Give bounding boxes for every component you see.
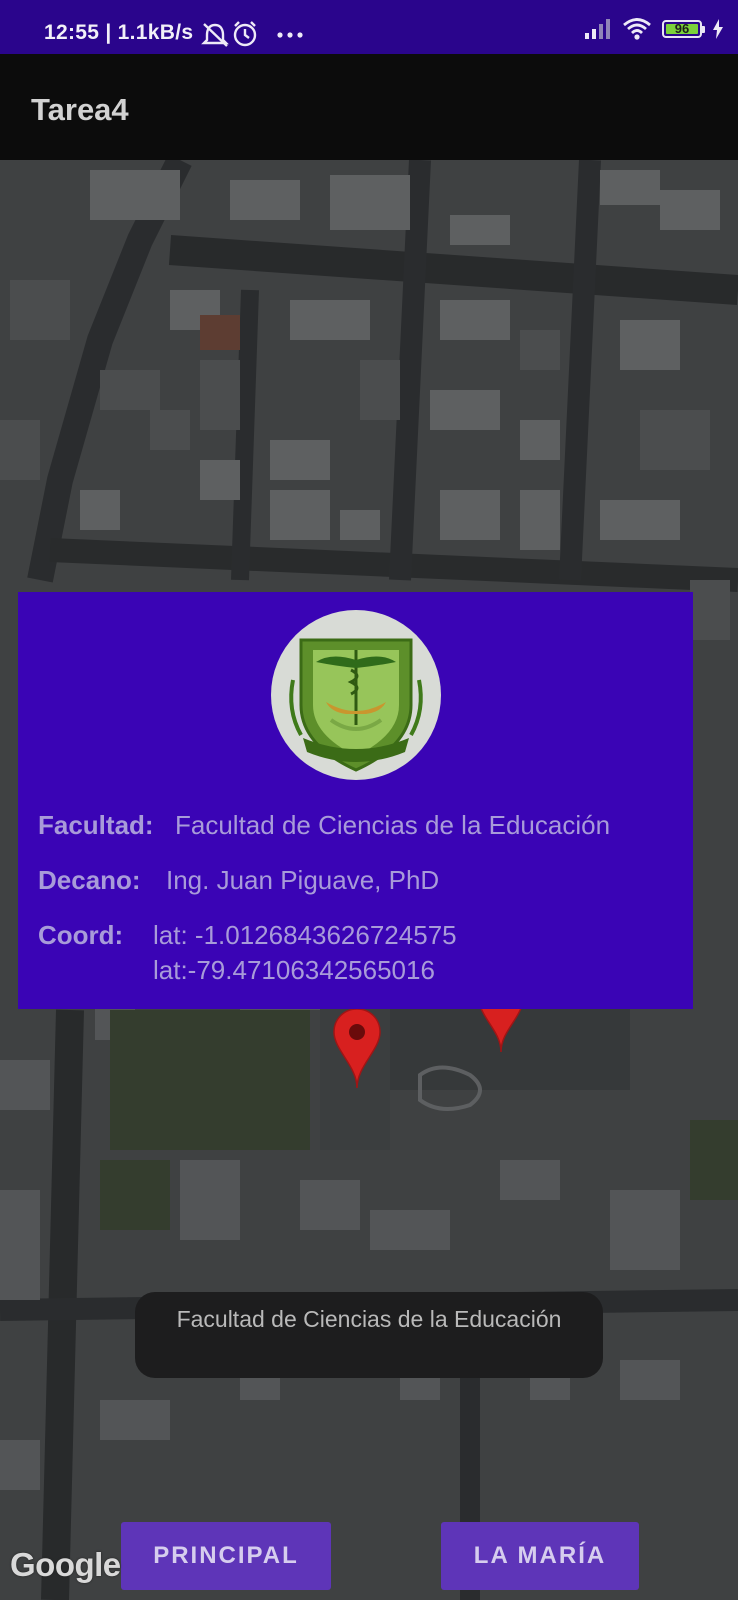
status-bar: 12:55 | 1.1kB/s 96 (0, 0, 738, 54)
app-title: Tarea4 (31, 92, 129, 127)
google-attribution: Google (10, 1546, 121, 1583)
marker-info-window[interactable]: Facultad: Facultad de Ciencias de la Educ… (18, 592, 693, 1009)
coord-lng-value: lat:-79.47106342565016 (153, 955, 435, 985)
mute-notifications-icon (201, 23, 229, 47)
battery-icon: 96 (662, 20, 705, 38)
more-dots-icon (277, 32, 303, 38)
map-marker-icon[interactable] (478, 1008, 524, 1054)
app-bar: Tarea4 (0, 54, 738, 160)
toast-message: Facultad de Ciencias de la Educación (135, 1292, 603, 1378)
charging-bolt-icon (713, 19, 723, 39)
principal-button[interactable]: PRINCIPAL (121, 1522, 331, 1590)
map-marker-icon[interactable] (332, 1008, 382, 1090)
decano-value: Ing. Juan Piguave, PhD (166, 865, 440, 895)
facultad-label: Facultad: (38, 810, 154, 840)
coord-row: Coord: lat: -1.0126843626724575 (38, 920, 457, 951)
status-time: 12:55 | 1.1kB/s (44, 21, 194, 44)
coord-lat-value: lat: -1.0126843626724575 (153, 920, 457, 950)
decano-label: Decano: (38, 865, 141, 895)
alarm-icon (233, 21, 257, 47)
facultad-row: Facultad: Facultad de Ciencias de la Educ… (38, 810, 610, 841)
signal-icon (585, 19, 610, 39)
faculty-logo (271, 610, 441, 780)
nursing-shield-logo-icon (289, 638, 423, 772)
wifi-icon (623, 18, 651, 40)
battery-percent: 96 (674, 21, 690, 36)
decano-row: Decano: Ing. Juan Piguave, PhD (38, 865, 439, 896)
la-maria-button[interactable]: LA MARÍA (441, 1522, 639, 1590)
coord-label: Coord: (38, 920, 124, 950)
facultad-value: Facultad de Ciencias de la Educación (175, 810, 611, 840)
